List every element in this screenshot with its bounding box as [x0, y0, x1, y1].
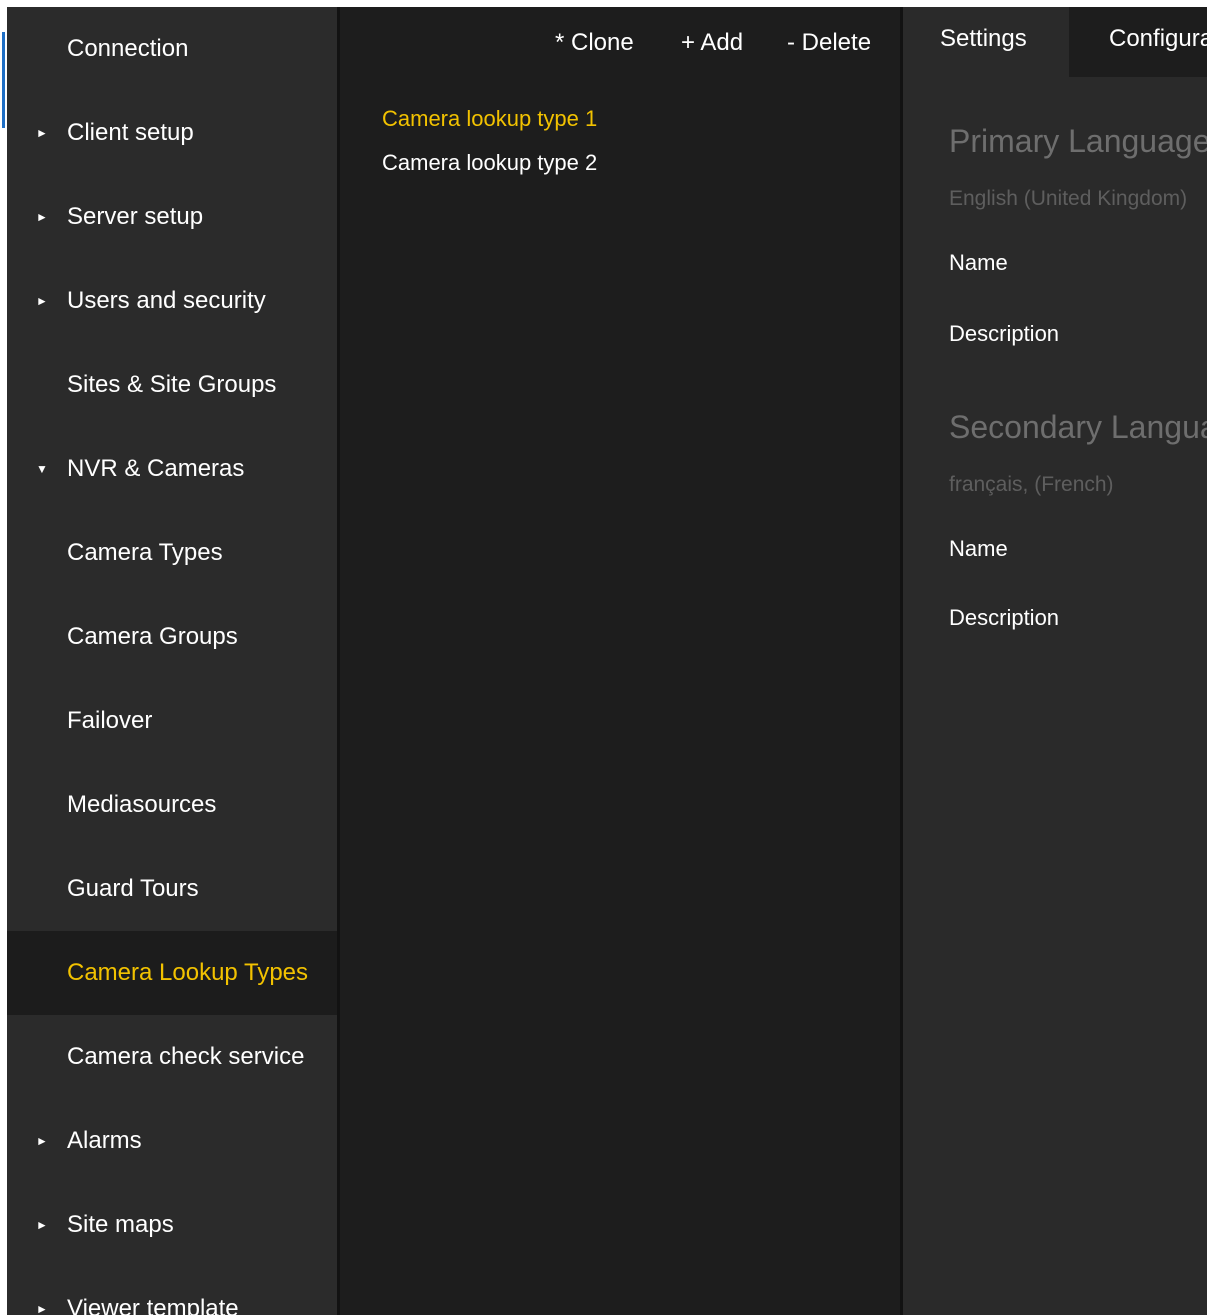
sidebar-item-label: Mediasources	[67, 791, 217, 818]
list-item[interactable]: Camera lookup type 1	[382, 106, 597, 132]
tab-configuration[interactable]: Configuration	[1069, 7, 1207, 77]
lookup-type-list-panel: * Clone + Add - Delete Camera lookup typ…	[340, 7, 900, 1315]
sidebar-item-nvr-and-cameras[interactable]: ▼ NVR & Cameras	[7, 427, 337, 511]
sidebar-item-users-and-security[interactable]: ► Users and security	[7, 259, 337, 343]
sidebar-item-camera-lookup-types[interactable]: Camera Lookup Types	[7, 931, 337, 1015]
expand-arrow-icon: ►	[36, 210, 48, 224]
sidebar-item-label: Failover	[67, 707, 153, 734]
expand-arrow-icon: ►	[36, 294, 48, 308]
sidebar-item-site-maps[interactable]: ► Site maps	[7, 1183, 337, 1267]
tab-settings[interactable]: Settings	[903, 7, 1069, 77]
primary-name-label: Name	[949, 250, 1008, 275]
secondary-language-heading: Secondary Language	[949, 409, 1207, 445]
add-button[interactable]: + Add	[681, 29, 743, 57]
primary-language-heading: Primary Language	[949, 123, 1207, 159]
sidebar-item-alarms[interactable]: ► Alarms	[7, 1099, 337, 1183]
tab-bar: Settings Configuration	[903, 7, 1207, 77]
sidebar-item-label: Camera Types	[67, 539, 223, 566]
expand-arrow-icon: ►	[36, 1302, 48, 1315]
primary-language-value: English (United Kingdom)	[949, 187, 1188, 210]
sidebar-item-camera-groups[interactable]: Camera Groups	[7, 595, 337, 679]
sidebar-item-mediasources[interactable]: Mediasources	[7, 763, 337, 847]
expand-arrow-icon: ►	[36, 1218, 48, 1232]
window-edge-left	[0, 0, 7, 1315]
sidebar-item-label: Camera check service	[67, 1043, 305, 1070]
expand-arrow-icon: ►	[36, 1134, 48, 1148]
sidebar-item-viewer-template[interactable]: ► Viewer template	[7, 1267, 337, 1315]
sidebar-item-label: Sites & Site Groups	[67, 371, 277, 398]
secondary-language-value: français, (French)	[949, 473, 1114, 496]
sidebar-item-label: Client setup	[67, 119, 194, 146]
sidebar-nav: Connection ► Client setup ► Server setup…	[7, 7, 337, 1315]
sidebar-item-label: Camera Groups	[67, 623, 238, 650]
sidebar-item-server-setup[interactable]: ► Server setup	[7, 175, 337, 259]
delete-button[interactable]: - Delete	[787, 29, 871, 57]
sidebar-item-camera-types[interactable]: Camera Types	[7, 511, 337, 595]
sidebar-item-client-setup[interactable]: ► Client setup	[7, 91, 337, 175]
sidebar-item-failover[interactable]: Failover	[7, 679, 337, 763]
sidebar-item-label: Site maps	[67, 1211, 174, 1238]
sidebar-item-sites-and-site-groups[interactable]: Sites & Site Groups	[7, 343, 337, 427]
sidebar-item-label: Viewer template	[67, 1295, 239, 1315]
list-item[interactable]: Camera lookup type 2	[382, 150, 597, 176]
collapse-arrow-icon: ▼	[36, 462, 48, 476]
sidebar-item-guard-tours[interactable]: Guard Tours	[7, 847, 337, 931]
sidebar-item-label: Connection	[67, 35, 189, 62]
sidebar-item-camera-check-service[interactable]: Camera check service	[7, 1015, 337, 1099]
focus-accent-bar	[2, 32, 5, 128]
sidebar-item-connection[interactable]: Connection	[7, 7, 337, 91]
sidebar-item-label: Alarms	[67, 1127, 142, 1154]
window-edge-top	[0, 0, 1207, 7]
details-panel: Settings Configuration Primary Language …	[903, 7, 1207, 1315]
tab-label: Configuration	[1109, 25, 1207, 52]
sidebar-item-label: Server setup	[67, 203, 204, 230]
sidebar-item-label: Camera Lookup Types	[67, 959, 309, 986]
tab-label: Settings	[940, 25, 1027, 52]
expand-arrow-icon: ►	[36, 126, 48, 140]
app-window: Connection ► Client setup ► Server setup…	[0, 0, 1207, 1315]
sidebar-item-label: Users and security	[67, 287, 266, 314]
primary-description-label: Description	[949, 321, 1060, 346]
sidebar-item-label: NVR & Cameras	[67, 455, 245, 482]
secondary-name-label: Name	[949, 536, 1008, 561]
secondary-description-label: Description	[949, 605, 1060, 630]
clone-button[interactable]: * Clone	[555, 29, 634, 57]
sidebar-item-label: Guard Tours	[67, 875, 199, 902]
